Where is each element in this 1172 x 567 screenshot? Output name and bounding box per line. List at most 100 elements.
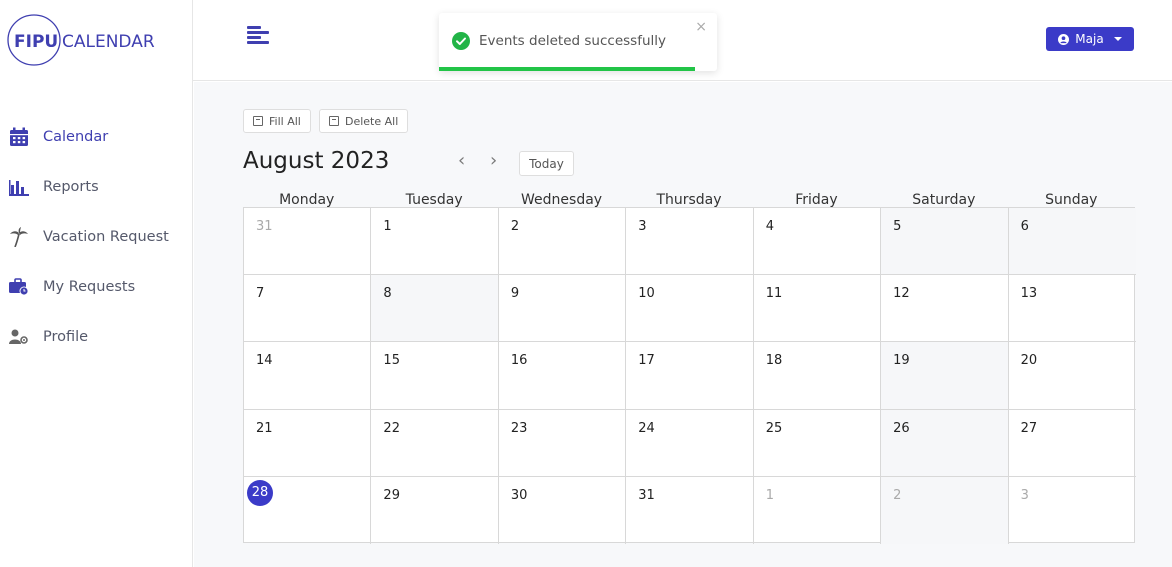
calendar-day-cell[interactable]: 7 <box>244 275 372 343</box>
day-number: 2 <box>893 487 902 503</box>
day-number: 19 <box>893 353 910 369</box>
calendar-day-cell[interactable]: 22 <box>371 409 499 477</box>
weekday-header: Sunday <box>1045 192 1098 208</box>
calendar-day-cell[interactable]: 1 <box>371 208 499 276</box>
day-number: 8 <box>383 286 392 302</box>
day-number: 17 <box>638 353 655 369</box>
calendar-day-cell[interactable]: 16 <box>498 342 627 410</box>
day-number: 30 <box>510 487 528 503</box>
calendar-day-cell[interactable]: 26 <box>881 409 1009 477</box>
calendar-grid: 31 1 2 3 4 5 6 7 8 9 10 11 12 13 14 15 16 17 18 19 20 21 22 23 2… <box>243 207 1136 544</box>
svg-text:FIPU: FIPU <box>14 32 58 52</box>
delete-all-label: Delete All <box>345 114 399 128</box>
sidebar-item-label: Vacation Request <box>43 229 169 245</box>
calendar-day-cell[interactable]: 2 <box>881 476 1009 544</box>
calendar-icon <box>8 126 30 148</box>
sidebar-item-profile[interactable]: Profile <box>0 312 193 362</box>
day-number: 7 <box>256 286 265 302</box>
day-number: 3 <box>638 219 647 234</box>
day-number: 2 <box>510 219 520 234</box>
calendar-day-cell[interactable]: 31 <box>244 208 372 276</box>
user-gear-icon <box>8 326 30 348</box>
calendar-day-cell[interactable]: 3 <box>626 208 754 276</box>
app-logo[interactable]: FIPU CALENDAR <box>6 14 166 66</box>
day-number: 10 <box>638 286 655 302</box>
calendar-day-cell[interactable]: 4 <box>753 208 882 276</box>
caret-down-icon <box>1113 37 1122 41</box>
sidebar-item-reports[interactable]: Reports <box>0 162 193 212</box>
day-number: 1 <box>383 219 392 234</box>
day-number: 4 <box>765 219 774 234</box>
calendar-day-cell[interactable]: 1 <box>754 476 882 544</box>
calendar-day-cell[interactable]: 13 <box>1008 275 1136 343</box>
weekday-header: Tuesday <box>405 192 463 208</box>
hamburger-menu-icon[interactable] <box>247 26 269 46</box>
toast-progress-bar <box>439 67 695 71</box>
day-number: 21 <box>256 420 273 436</box>
sidebar-item-label: Calendar <box>43 129 109 145</box>
calendar-day-cell[interactable]: 24 <box>626 409 754 477</box>
calendar-day-cell[interactable]: 28 <box>244 476 372 544</box>
sidebar-item-calendar[interactable]: Calendar <box>0 112 193 162</box>
calendar-day-cell[interactable]: 30 <box>499 476 627 544</box>
user-menu-button[interactable]: Maja <box>1046 27 1134 51</box>
day-number: 13 <box>1020 286 1038 302</box>
today-day-number: 28 <box>247 479 273 506</box>
fill-all-label: Fill All <box>269 114 301 128</box>
weekday-header: Monday <box>279 192 335 208</box>
calendar-day-cell[interactable]: 29 <box>371 476 499 544</box>
day-number: 24 <box>638 420 655 436</box>
sidebar-item-label: Reports <box>43 179 99 195</box>
today-button[interactable]: Today <box>519 151 574 176</box>
calendar-day-cell[interactable]: 2 <box>498 208 627 276</box>
day-number: 20 <box>1020 353 1038 369</box>
calendar-day-cell[interactable]: 18 <box>753 342 882 410</box>
day-number: 26 <box>893 420 910 436</box>
weekday-header: Thursday <box>656 192 722 208</box>
calendar-day-cell[interactable]: 23 <box>498 409 627 477</box>
sidebar-item-my-requests[interactable]: My Requests <box>0 262 193 312</box>
sidebar-item-label: Profile <box>43 329 89 345</box>
close-icon[interactable]: × <box>695 19 707 35</box>
calendar-day-cell[interactable]: 19 <box>881 342 1009 410</box>
calendar-day-cell[interactable]: 15 <box>371 342 499 410</box>
fill-all-button[interactable]: Fill All <box>243 109 311 133</box>
day-number: 23 <box>510 420 528 436</box>
day-number: 16 <box>510 353 528 369</box>
bar-chart-icon <box>8 176 30 198</box>
delete-all-button[interactable]: Delete All <box>319 109 409 133</box>
toast-message: Events deleted successfully <box>479 33 666 49</box>
day-number: 1 <box>765 487 774 503</box>
calendar-day-cell[interactable]: 12 <box>881 275 1009 343</box>
next-month-button[interactable]: › <box>490 150 497 171</box>
day-number: 3 <box>1020 487 1029 503</box>
success-toast: Events deleted successfully × <box>439 13 717 71</box>
svg-text:CALENDAR: CALENDAR <box>62 32 155 52</box>
calendar-day-cell[interactable]: 20 <box>1008 342 1136 410</box>
sidebar-nav: Calendar Reports Vacation Request My Req… <box>0 112 193 362</box>
calendar-day-cell[interactable]: 5 <box>881 208 1009 276</box>
calendar-day-cell[interactable]: 11 <box>753 275 882 343</box>
calendar-day-cell[interactable]: 31 <box>626 476 754 544</box>
calendar-day-cell[interactable]: 9 <box>498 275 627 343</box>
day-number: 5 <box>893 219 902 234</box>
calendar-day-cell[interactable]: 14 <box>244 342 372 410</box>
weekday-header: Wednesday <box>521 192 603 208</box>
calendar-day-cell[interactable]: 10 <box>626 275 754 343</box>
calendar-day-cell[interactable]: 3 <box>1009 477 1136 544</box>
day-number: 15 <box>383 353 400 369</box>
day-number: 31 <box>256 219 273 234</box>
day-number: 29 <box>383 487 400 503</box>
day-number: 31 <box>638 487 655 503</box>
day-number: 27 <box>1020 420 1038 436</box>
calendar-day-cell[interactable]: 17 <box>626 342 754 410</box>
briefcase-icon <box>8 276 30 298</box>
calendar-day-cell[interactable]: 21 <box>244 409 372 477</box>
calendar-day-cell[interactable]: 8 <box>371 275 499 343</box>
calendar-day-cell[interactable]: 6 <box>1008 208 1136 276</box>
prev-month-button[interactable]: ‹ <box>458 150 465 171</box>
user-circle-icon <box>1058 33 1070 45</box>
calendar-day-cell[interactable]: 25 <box>753 409 882 477</box>
sidebar-item-vacation-request[interactable]: Vacation Request <box>0 212 193 262</box>
calendar-day-cell[interactable]: 27 <box>1008 410 1136 477</box>
